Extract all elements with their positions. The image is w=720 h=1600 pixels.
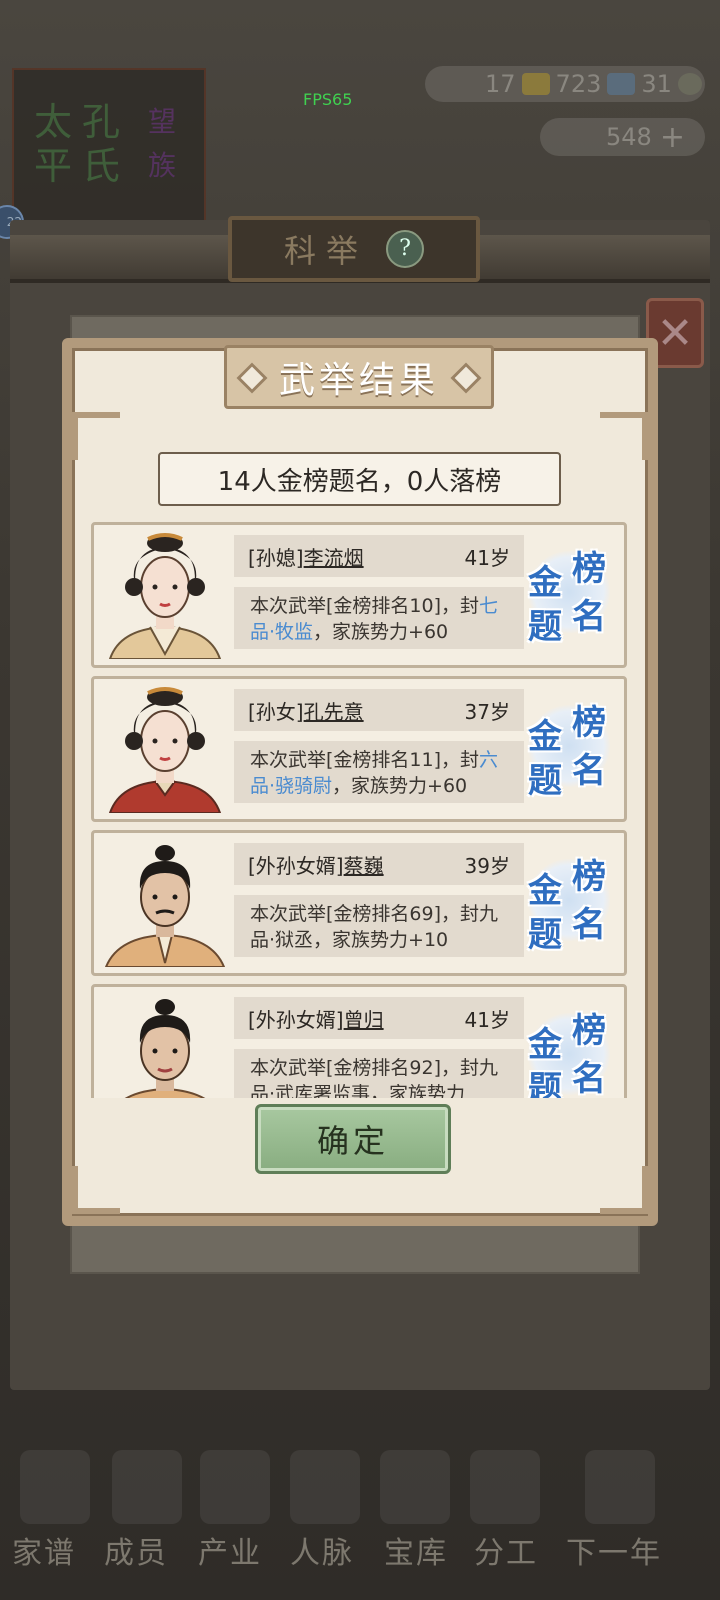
resource-1-value: 17 <box>485 70 516 98</box>
banner-text-1: 太平 <box>34 100 73 188</box>
screen-title-plaque: 科举 ? <box>228 216 480 282</box>
modal-title-plaque: 武举结果 <box>224 345 494 409</box>
nav-genealogy[interactable]: 家谱 <box>12 1528 76 1572</box>
resource-3-icon <box>677 73 702 95</box>
frame-corner-br <box>600 1166 648 1214</box>
member-age: 41岁 <box>464 545 510 570</box>
member-name[interactable]: 孔先意 <box>304 700 364 724</box>
result-list[interactable]: [孙媳]李流烟 41岁 本次武举[金榜排名10]，封七品·牧监，家族势力+60 … <box>88 522 632 1098</box>
add-gold-icon[interactable]: + <box>660 120 685 155</box>
resource-bar: 17 723 31 <box>425 66 705 102</box>
golden-list-stamp: 金 榜 题 名 <box>522 691 616 801</box>
relation-label: [孙媳] <box>248 545 304 570</box>
member-name[interactable]: 李流烟 <box>304 546 364 570</box>
screen-title: 科举 <box>283 232 368 270</box>
result-card: [外孙女婿]蔡巍 39岁 本次武举[金榜排名69]，封九品·狱丞，家族势力+10… <box>91 830 627 976</box>
name-row: [外孙女婿]曾归 41岁 <box>234 997 524 1039</box>
member-age: 37岁 <box>464 699 510 724</box>
portrait-female <box>108 533 222 659</box>
nav-treasury[interactable]: 宝库 <box>384 1528 448 1572</box>
resource-1-icon <box>521 73 550 95</box>
resource-2-value: 723 <box>555 70 602 98</box>
nav-industry[interactable]: 产业 <box>198 1528 262 1572</box>
nav-next-year[interactable]: 下一年 <box>566 1528 662 1572</box>
gold-value: 548 <box>606 123 652 151</box>
banner-text-2: 孔氏 <box>82 100 121 188</box>
portrait-male <box>104 845 226 967</box>
nav-assignment[interactable]: 分工 <box>474 1528 538 1572</box>
frame-corner-bl <box>72 1166 120 1214</box>
member-name[interactable]: 蔡巍 <box>344 854 384 878</box>
confirm-button[interactable]: 确定 <box>255 1104 451 1174</box>
assignment-icon[interactable] <box>470 1450 540 1524</box>
member-name[interactable]: 曾归 <box>344 1008 384 1032</box>
result-card: [外孙女婿]曾归 41岁 本次武举[金榜排名92]，封九品·武库署监事，家族势力… <box>91 984 627 1098</box>
golden-list-stamp: 金 榜 题 名 <box>522 845 616 955</box>
ornament-right-icon <box>450 362 482 394</box>
help-icon[interactable]: ? <box>386 230 424 268</box>
name-row: [孙女]孔先意 37岁 <box>234 689 524 731</box>
result-summary: 14人金榜题名，0人落榜 <box>158 452 561 506</box>
relation-label: [外孙女婿] <box>248 1007 344 1032</box>
portrait-female <box>108 687 222 813</box>
genealogy-icon[interactable] <box>20 1450 90 1524</box>
name-row: [外孙女婿]蔡巍 39岁 <box>234 843 524 885</box>
name-row: [孙媳]李流烟 41岁 <box>234 535 524 577</box>
industry-icon[interactable] <box>200 1450 270 1524</box>
member-age: 39岁 <box>464 853 510 878</box>
frame-corner-tl <box>72 412 120 460</box>
network-icon[interactable] <box>290 1450 360 1524</box>
nav-members[interactable]: 成员 <box>104 1528 168 1572</box>
members-icon[interactable] <box>112 1450 182 1524</box>
next-year-icon[interactable] <box>585 1450 655 1524</box>
result-card: [孙媳]李流烟 41岁 本次武举[金榜排名10]，封七品·牧监，家族势力+60 … <box>91 522 627 668</box>
ornament-left-icon <box>236 362 268 394</box>
modal-title: 武举结果 <box>278 360 439 401</box>
result-description: 本次武举[金榜排名69]，封九品·狱丞，家族势力+10 <box>234 895 524 957</box>
portrait-male <box>124 999 206 1098</box>
result-description: 本次武举[金榜排名11]，封六品·骁骑尉，家族势力+60 <box>234 741 524 803</box>
resource-3-value: 31 <box>641 70 672 98</box>
frame-corner-tr <box>600 412 648 460</box>
clan-banner: 太平 孔氏 望族 <box>12 68 206 222</box>
gold-bar[interactable]: 548 + <box>540 118 705 156</box>
member-age: 41岁 <box>464 1007 510 1032</box>
result-description: 本次武举[金榜排名92]，封九品·武库署监事，家族势力 <box>234 1049 524 1098</box>
bottom-navigation: 家谱 成员 产业 人脉 宝库 分工 下一年 <box>0 1430 720 1600</box>
treasury-icon[interactable] <box>380 1450 450 1524</box>
banner-text-3: 望族 <box>147 105 176 182</box>
resource-2-icon <box>607 73 636 95</box>
result-card: [孙女]孔先意 37岁 本次武举[金榜排名11]，封六品·骁骑尉，家族势力+60… <box>91 676 627 822</box>
relation-label: [外孙女婿] <box>248 853 344 878</box>
nav-network[interactable]: 人脉 <box>290 1528 354 1572</box>
relation-label: [孙女] <box>248 699 304 724</box>
golden-list-stamp: 金 榜 题 名 <box>522 999 616 1098</box>
golden-list-stamp: 金 榜 题 名 <box>522 537 616 647</box>
fps-counter: FPS65 <box>303 90 353 109</box>
result-description: 本次武举[金榜排名10]，封七品·牧监，家族势力+60 <box>234 587 524 649</box>
